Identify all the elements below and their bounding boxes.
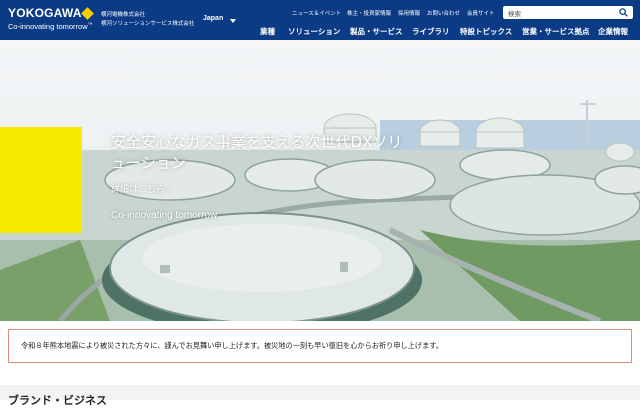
earthquake-notice: 令和８年熊本地震により被災された方々に、謹んでお見舞い申し上げます。被災地の一刻… — [8, 329, 632, 363]
lng-terminal-photo — [0, 100, 640, 321]
util-link-careers[interactable]: 採用情報 — [398, 9, 420, 17]
yokogawa-logo[interactable]: YOKOGAWA Co-innovating tomorrow™ — [8, 6, 96, 34]
search-icon[interactable] — [619, 8, 628, 17]
chevron-down-icon[interactable] — [230, 19, 236, 23]
language-selector[interactable]: Japan — [203, 15, 223, 22]
company-name-1: 横河電機株式会社 — [101, 12, 146, 18]
search-placeholder: 検索 — [508, 10, 521, 18]
util-link-contact[interactable]: お問い合わせ — [427, 9, 460, 17]
hero-tagline: Co-innovating tomorrow — [111, 210, 218, 221]
logo-diamond-icon — [81, 7, 94, 20]
search-input[interactable]: 検索 — [503, 6, 633, 19]
nav-library[interactable]: ライブラリ — [412, 26, 450, 37]
nav-products[interactable]: 製品・サービス — [350, 26, 403, 37]
nav-industries[interactable]: 業種 — [260, 26, 275, 37]
hero-details-link[interactable]: 詳細はこちら › — [111, 182, 171, 195]
hero-carousel[interactable]: 安全安心なガス事業を支える次世代DXソリューション 詳細はこちら › Co-in… — [0, 40, 640, 321]
util-link-news[interactable]: ニュース＆イベント — [292, 9, 341, 17]
logo-wordmark: YOKOGAWA — [8, 6, 82, 20]
nav-company[interactable]: 企業情報 — [598, 26, 628, 37]
company-names: 横河電機株式会社 横河ソリューションサービス株式会社 — [101, 11, 194, 29]
company-name-2: 横河ソリューションサービス株式会社 — [101, 21, 195, 27]
brand-yellow-block — [0, 127, 82, 233]
hero-title: 安全安心なガス事業を支える次世代DXソリューション — [111, 133, 403, 172]
nav-solutions[interactable]: ソリューション — [288, 26, 340, 37]
section-title: ブランド・ビジネス — [8, 394, 107, 407]
notice-text: 令和８年熊本地震により被災された方々に、謹んでお見舞い申し上げます。被災地の一刻… — [21, 341, 443, 350]
nav-topics[interactable]: 特設トピックス — [460, 26, 512, 37]
util-link-investors[interactable]: 株主・投資家情報 — [347, 9, 391, 17]
site-header: YOKOGAWA Co-innovating tomorrow™ 横河電機株式会… — [0, 0, 640, 40]
util-link-members[interactable]: 会員サイト — [467, 9, 495, 17]
nav-locations[interactable]: 営業・サービス拠点 — [522, 26, 590, 37]
logo-tagline: Co-innovating tomorrow™ — [8, 22, 93, 31]
